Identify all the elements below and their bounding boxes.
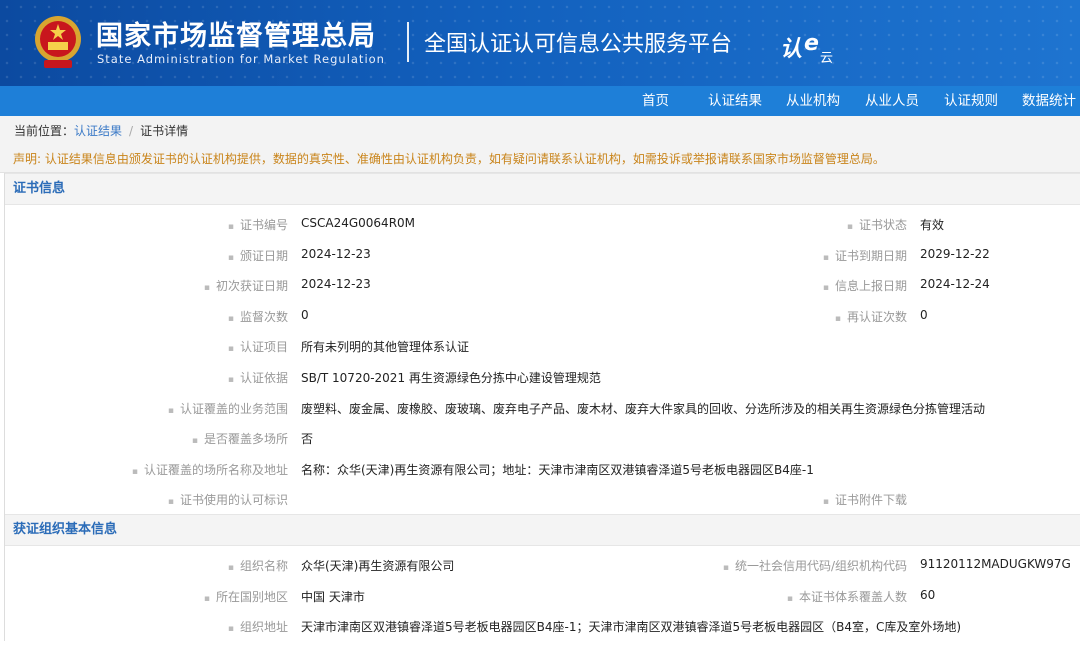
field-label: 统一社会信用代码/组织机构代码	[723, 557, 907, 574]
breadcrumb: 当前位置：认证结果 / 证书详情	[0, 116, 1080, 146]
field-label: 证书状态	[847, 216, 907, 233]
cert-info-rows: 证书编号 CSCA24G0064R0M 证书状态 有效 颁证日期 2024-12…	[5, 205, 1080, 514]
field-label: 认证覆盖的场所名称及地址	[132, 461, 288, 478]
national-emblem-icon	[35, 16, 81, 68]
field-row: 初次获证日期 2024-12-23 信息上报日期 2024-12-24	[5, 269, 1080, 300]
field-label: 信息上报日期	[823, 277, 907, 294]
field-label: 证书到期日期	[823, 247, 907, 264]
field-label: 证书编号	[228, 216, 288, 233]
field-label: 再认证次数	[835, 308, 907, 325]
cert-panel: 证书信息 证书编号 CSCA24G0064R0M 证书状态 有效 颁证日期 20…	[4, 173, 1080, 641]
breadcrumb-prefix: 当前位置：	[14, 124, 75, 138]
logo-glyph-ren: 认	[780, 37, 802, 62]
platform-name[interactable]: 全国认证认可信息公共服务平台	[424, 26, 732, 58]
section-title-cert-info: 证书信息	[5, 173, 1080, 205]
field-value: SB/T 10720-2021 再生资源绿色分拣中心建设管理规范	[301, 370, 601, 385]
field-label: 初次获证日期	[204, 277, 288, 294]
breadcrumb-separator: /	[129, 124, 134, 138]
field-value: 2024-12-24	[920, 277, 990, 292]
field-row: 颁证日期 2024-12-23 证书到期日期 2029-12-22	[5, 239, 1080, 270]
field-row: 认证覆盖的场所名称及地址 名称：众华(天津)再生资源有限公司；地址：天津市津南区…	[5, 453, 1080, 484]
field-row: 证书编号 CSCA24G0064R0M 证书状态 有效	[5, 208, 1080, 239]
field-label: 所在国别地区	[204, 588, 288, 605]
field-value: 0	[920, 307, 928, 322]
field-label: 监督次数	[228, 308, 288, 325]
attachment-download-link[interactable]: 证书附件下载	[823, 491, 907, 508]
field-row: 认证项目 所有未列明的其他管理体系认证	[5, 330, 1080, 361]
field-label: 组织地址	[228, 618, 288, 635]
disclaimer-notice: 声明: 认证结果信息由颁发证书的认证机构提供，数据的真实性、准确性由认证机构负责…	[0, 146, 1080, 173]
field-value: 91120112MADUGKW97G	[920, 556, 1071, 571]
breadcrumb-current: 证书详情	[140, 124, 189, 138]
org-info-rows: 组织名称 众华(天津)再生资源有限公司 统一社会信用代码/组织机构代码 9112…	[5, 546, 1080, 641]
field-label: 认证依据	[228, 369, 288, 386]
field-row: 组织名称 众华(天津)再生资源有限公司 统一社会信用代码/组织机构代码 9112…	[5, 549, 1080, 580]
field-value: 天津市津南区双港镇睿泽道5号老板电器园区B4座-1；天津市津南区双港镇睿泽道5号…	[301, 620, 962, 635]
field-label: 认证项目	[228, 338, 288, 355]
field-value: 名称：众华(天津)再生资源有限公司；地址：天津市津南区双港镇睿泽道5号老板电器园…	[301, 462, 814, 477]
field-label: 证书使用的认可标识	[168, 491, 288, 508]
field-value: CSCA24G0064R0M	[301, 216, 416, 230]
nav-personnel[interactable]: 从业人员	[865, 86, 919, 116]
field-value: 有效	[920, 218, 945, 232]
site-header-banner: 国家市场监督管理总局 State Administration for Mark…	[0, 0, 1080, 86]
field-value: 2024-12-23	[301, 277, 371, 292]
field-value: 废塑料、废金属、废橡胶、废玻璃、废弃电子产品、废木材、废弃大件家具的回收、分选所…	[301, 401, 986, 416]
main-nav: 首页 认证结果 从业机构 从业人员 认证规则 数据统计	[0, 86, 1080, 116]
field-label: 认证覆盖的业务范围	[168, 400, 288, 417]
field-label: 本证书体系覆盖人数	[787, 588, 907, 605]
breadcrumb-link-cert-results[interactable]: 认证结果	[74, 124, 122, 138]
field-label: 颁证日期	[228, 247, 288, 264]
nav-rules[interactable]: 认证规则	[944, 86, 998, 116]
field-row: 组织地址 天津市津南区双港镇睿泽道5号老板电器园区B4座-1；天津市津南区双港镇…	[5, 610, 1080, 641]
nav-home[interactable]: 首页	[642, 86, 669, 116]
field-label: 组织名称	[228, 557, 288, 574]
field-value: 0	[301, 307, 309, 322]
field-row: 证书使用的认可标识 证书附件下载	[5, 483, 1080, 514]
field-value: 2024-12-23	[301, 246, 371, 261]
field-value: 众华(天津)再生资源有限公司	[301, 558, 455, 573]
field-value: 所有未列明的其他管理体系认证	[301, 340, 470, 355]
nav-cert-results[interactable]: 认证结果	[708, 86, 762, 116]
nav-institutions[interactable]: 从业机构	[786, 86, 840, 116]
field-value: 2029-12-22	[920, 246, 990, 261]
logo-glyph-yun: 云	[820, 51, 833, 66]
logo-glyph-e: e	[804, 31, 819, 56]
field-row: 是否覆盖多场所 否	[5, 422, 1080, 453]
header-divider	[407, 22, 409, 62]
field-label: 是否覆盖多场所	[192, 430, 288, 447]
field-row: 认证依据 SB/T 10720-2021 再生资源绿色分拣中心建设管理规范	[5, 361, 1080, 392]
field-row: 所在国别地区 中国 天津市 本证书体系覆盖人数 60	[5, 580, 1080, 611]
nav-statistics[interactable]: 数据统计	[1022, 86, 1076, 116]
field-row: 认证覆盖的业务范围 废塑料、废金属、废橡胶、废玻璃、废弃电子产品、废木材、废弃大…	[5, 392, 1080, 423]
renyun-logo-icon: 认 e 云	[780, 31, 833, 66]
agency-name-en: State Administration for Market Regulati…	[97, 52, 385, 66]
field-value: 中国 天津市	[301, 589, 365, 604]
field-value: 否	[301, 432, 314, 447]
field-row: 监督次数 0 再认证次数 0	[5, 300, 1080, 331]
section-title-org-info: 获证组织基本信息	[5, 513, 1080, 546]
agency-name-cn[interactable]: 国家市场监督管理总局	[96, 14, 376, 53]
field-value: 60	[920, 587, 936, 602]
